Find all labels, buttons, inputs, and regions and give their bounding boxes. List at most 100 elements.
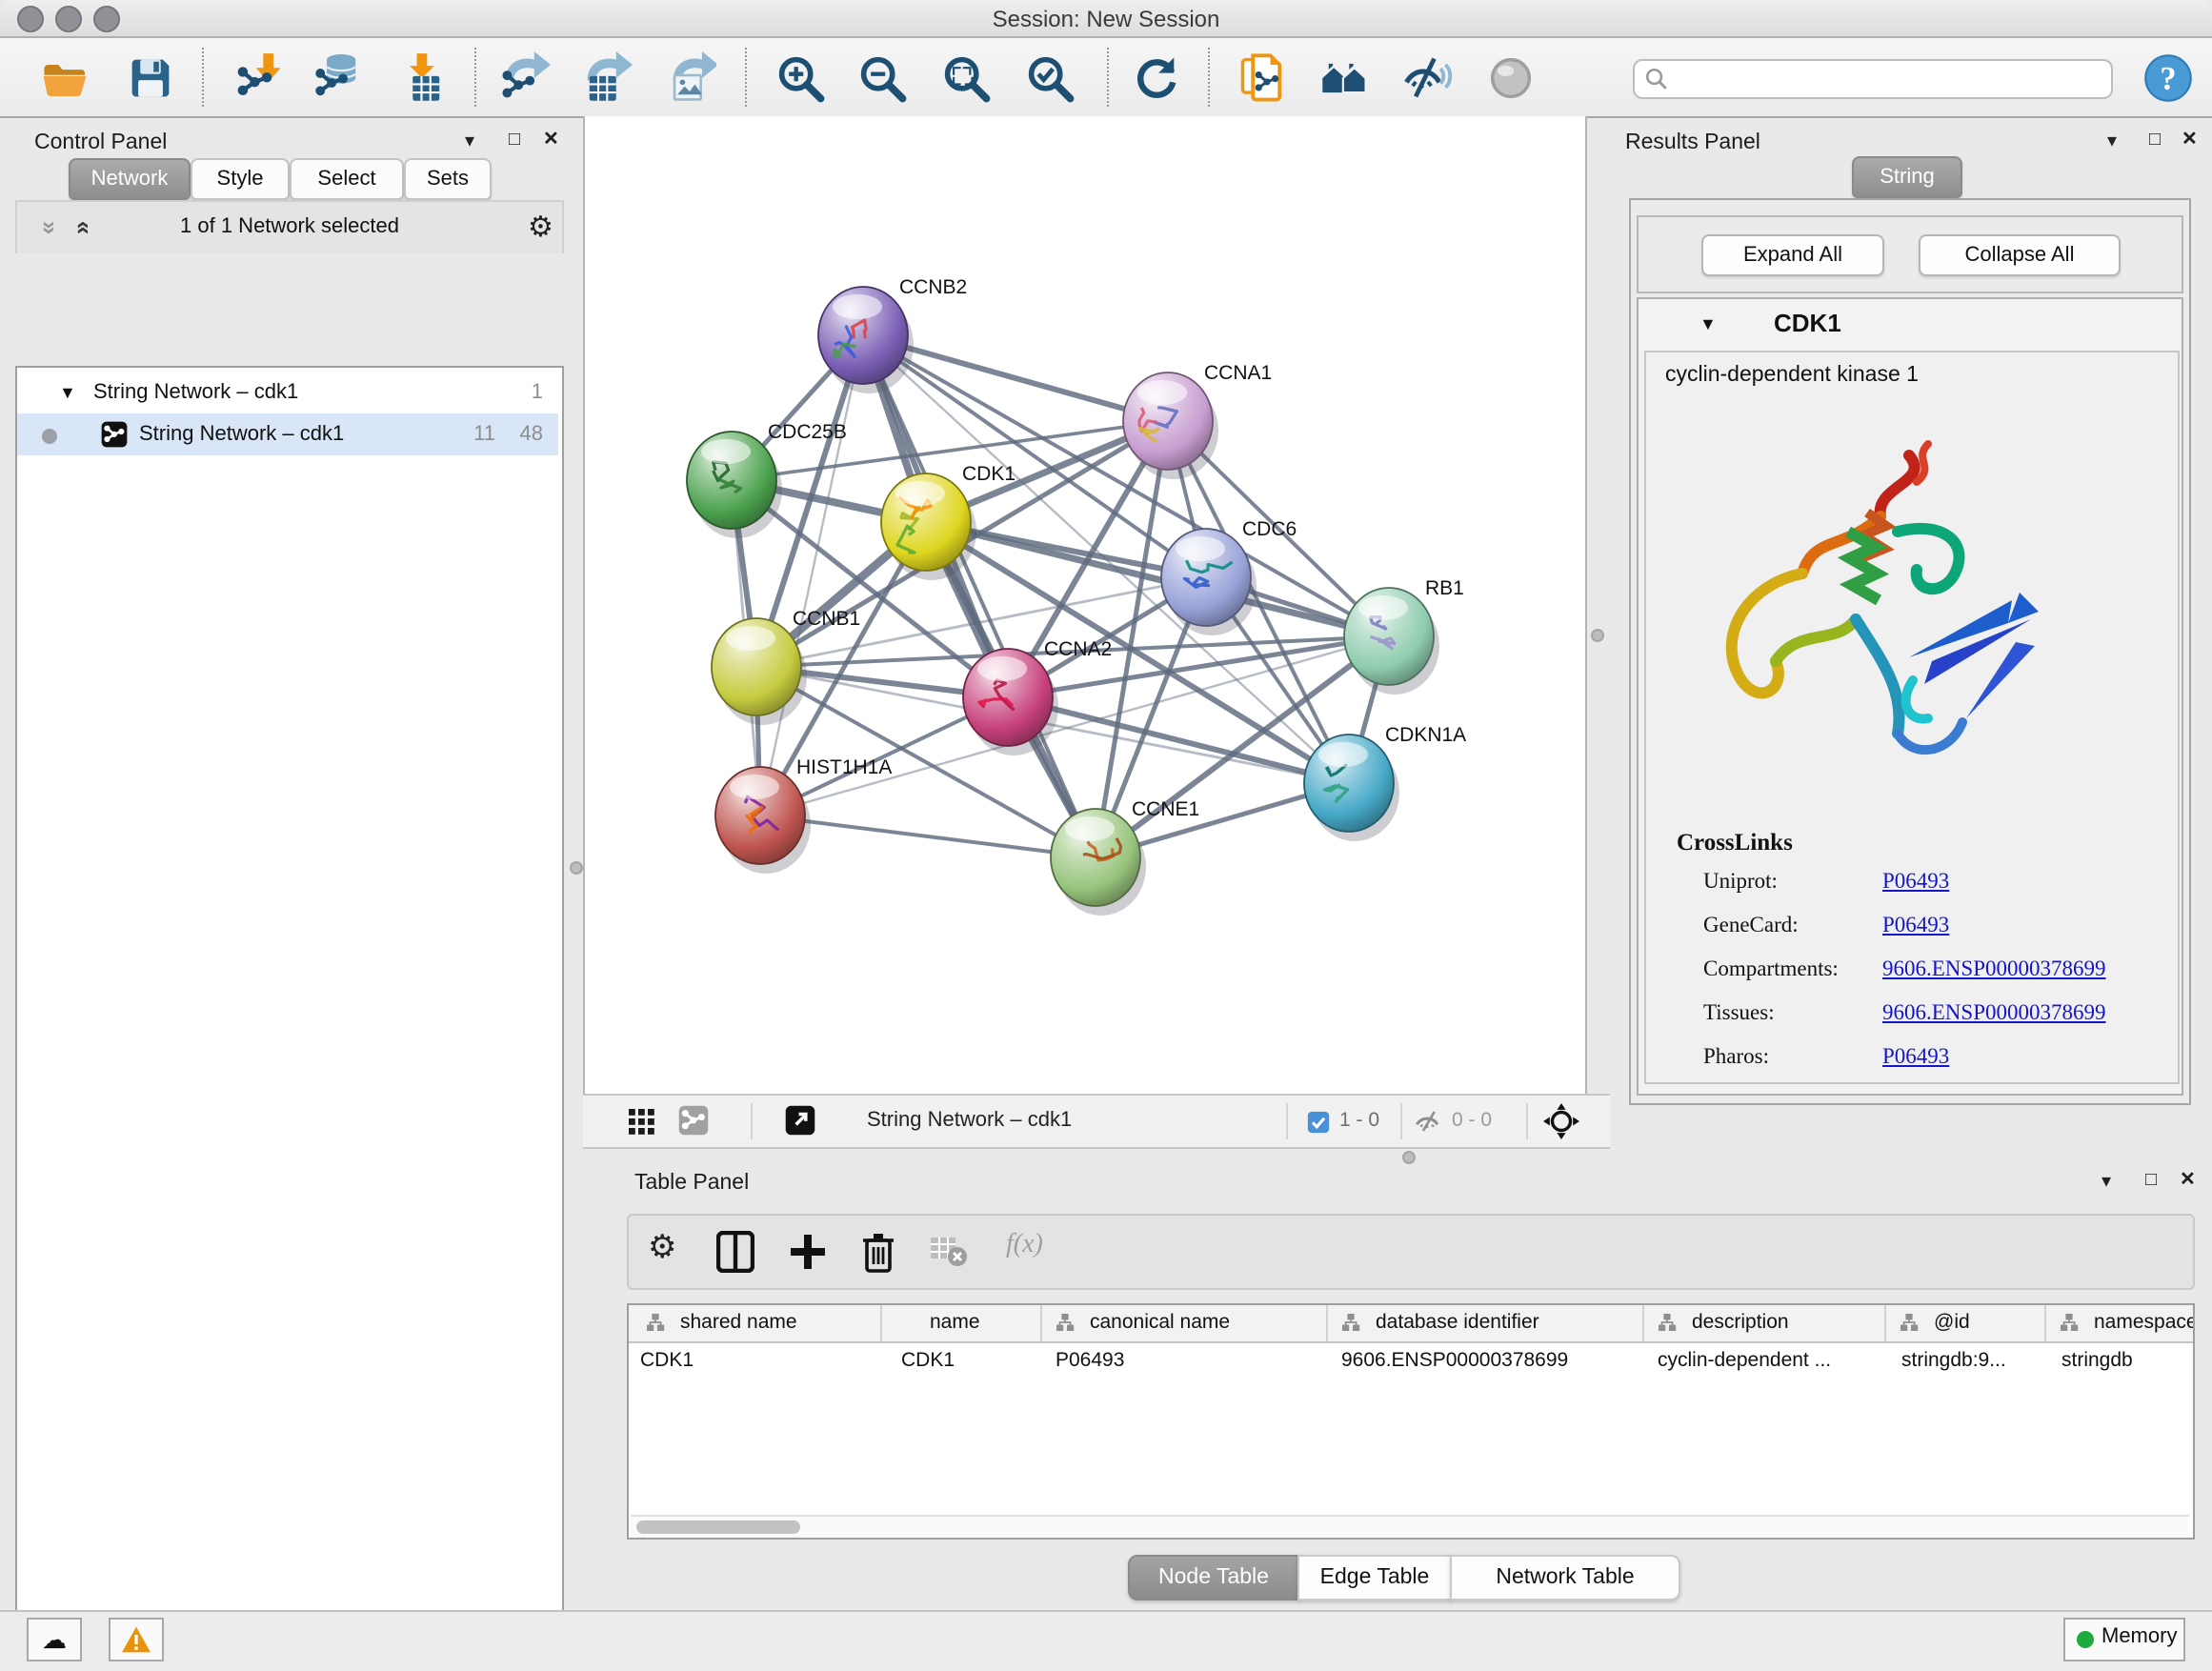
export-table-icon[interactable] bbox=[579, 51, 633, 105]
column-header-database-identifier[interactable]: database identifier bbox=[1326, 1305, 1644, 1341]
crosslink-label: GeneCard: bbox=[1703, 915, 1799, 937]
tab-node-table[interactable]: Node Table bbox=[1128, 1555, 1299, 1601]
fit-content-crosshair-icon[interactable] bbox=[1543, 1103, 1579, 1139]
network-node-ccnb2[interactable]: CCNB2 bbox=[818, 276, 967, 384]
table-options-gear-icon[interactable]: ⚙ bbox=[648, 1229, 677, 1267]
function-builder-icon[interactable]: f(x) bbox=[1006, 1231, 1043, 1261]
tab-network[interactable]: Network bbox=[69, 158, 191, 200]
gene-section-header[interactable]: ▼ CDK1 bbox=[1639, 299, 2182, 351]
crosslink-tissues-link[interactable]: 9606.ENSP00000378699 bbox=[1882, 1002, 2106, 1025]
control-panel-menu-icon[interactable]: ▾ bbox=[465, 131, 474, 152]
network-node-ccna1[interactable]: CCNA1 bbox=[1123, 362, 1272, 470]
zoom-selected-icon[interactable] bbox=[1023, 51, 1076, 105]
gene-collapse-icon[interactable]: ▼ bbox=[1699, 314, 1717, 333]
crosslink-genecard-link[interactable]: P06493 bbox=[1882, 915, 1949, 937]
table-panel-menu-icon[interactable]: ▾ bbox=[2101, 1172, 2111, 1193]
hidden-eye-icon[interactable] bbox=[1414, 1109, 1442, 1134]
column-tree-icon bbox=[1658, 1313, 1677, 1332]
session-file-network-icon[interactable] bbox=[1237, 51, 1290, 105]
delete-column-icon[interactable] bbox=[861, 1231, 895, 1273]
column-header-id[interactable]: @id bbox=[1884, 1305, 2046, 1341]
import-network-database-icon[interactable] bbox=[312, 51, 366, 105]
tab-style[interactable]: Style bbox=[191, 158, 290, 200]
crosslinks-title: CrossLinks bbox=[1677, 829, 1793, 857]
import-network-file-icon[interactable] bbox=[232, 51, 286, 105]
left-divider-handle[interactable] bbox=[570, 861, 583, 875]
network-node-cdk1[interactable]: CDK1 bbox=[881, 463, 1016, 571]
network-row-selected[interactable]: String Network – cdk1 11 48 bbox=[17, 413, 558, 455]
table-panel-close-icon[interactable]: ✕ bbox=[2180, 1170, 2196, 1191]
column-header-canonical-name[interactable]: canonical name bbox=[1040, 1305, 1328, 1341]
zoom-fit-icon[interactable] bbox=[939, 51, 993, 105]
table-panel-float-icon[interactable]: □ bbox=[2145, 1170, 2157, 1191]
add-column-icon[interactable] bbox=[789, 1231, 827, 1273]
crosslink-uniprot-link[interactable]: P06493 bbox=[1882, 871, 1949, 894]
column-header-description[interactable]: description bbox=[1642, 1305, 1886, 1341]
node-label-cdk1: CDK1 bbox=[962, 463, 1016, 485]
network-node-rb1[interactable]: RB1 bbox=[1344, 577, 1464, 685]
control-panel-float-icon[interactable]: □ bbox=[509, 130, 520, 151]
results-panel-menu-icon[interactable]: ▾ bbox=[2107, 131, 2117, 152]
network-options-gear-icon[interactable]: ⚙ bbox=[528, 210, 553, 244]
show-columns-icon[interactable] bbox=[716, 1231, 754, 1273]
column-header-name[interactable]: name bbox=[880, 1305, 1042, 1341]
warning-button[interactable] bbox=[109, 1618, 164, 1661]
node-label-cdc6: CDC6 bbox=[1242, 518, 1297, 540]
zoom-in-icon[interactable] bbox=[774, 51, 827, 105]
node-label-hist1h1a: HIST1H1A bbox=[796, 756, 892, 778]
zoom-out-icon[interactable] bbox=[855, 51, 909, 105]
help-icon[interactable]: ? bbox=[2142, 51, 2195, 105]
tab-sets[interactable]: Sets bbox=[404, 158, 492, 200]
tab-network-table[interactable]: Network Table bbox=[1450, 1555, 1680, 1601]
network-node-ccne1[interactable]: CCNE1 bbox=[1051, 798, 1199, 906]
column-header-namespace[interactable]: namespace bbox=[2044, 1305, 2193, 1341]
collapse-all-button[interactable]: Collapse All bbox=[1919, 234, 2121, 276]
results-panel-title: Results Panel bbox=[1625, 131, 1760, 154]
tab-string-results[interactable]: String bbox=[1852, 156, 1962, 198]
network-edge-ccnb2-ccne1[interactable] bbox=[863, 335, 1096, 857]
open-session-icon[interactable] bbox=[38, 51, 91, 105]
node-label-cdc25b: CDC25B bbox=[768, 421, 847, 443]
export-image-icon[interactable] bbox=[663, 51, 716, 105]
crosslink-pharos-link[interactable]: P06493 bbox=[1882, 1046, 1949, 1069]
results-panel-close-icon[interactable]: ✕ bbox=[2182, 130, 2198, 151]
import-table-file-icon[interactable] bbox=[396, 51, 450, 105]
column-tree-icon bbox=[646, 1313, 665, 1332]
grid-view-icon[interactable] bbox=[629, 1109, 655, 1136]
network-canvas-svg[interactable]: CCNB2CCNA1CDC25BCDK1CDC6RB1CCNB1CCNA2CDK… bbox=[585, 116, 1585, 1094]
table-row[interactable]: CDK1 CDK1 P06493 9606.ENSP00000378699 cy… bbox=[629, 1341, 2193, 1379]
network-edge-ccnb2-hist1h1a[interactable] bbox=[760, 335, 863, 815]
memory-button[interactable]: Memory bbox=[2063, 1618, 2185, 1661]
search-input[interactable] bbox=[1677, 63, 2103, 95]
cloud-button[interactable]: ☁ bbox=[27, 1618, 82, 1661]
save-session-icon[interactable] bbox=[124, 51, 177, 105]
network-collection-row[interactable]: ▼ String Network – cdk1 1 bbox=[17, 372, 558, 413]
control-panel-close-icon[interactable]: ✕ bbox=[543, 130, 559, 151]
delete-table-icon[interactable] bbox=[930, 1237, 968, 1267]
cytoscape-window: Session: New Session bbox=[0, 0, 2212, 1671]
search-field[interactable] bbox=[1633, 59, 2113, 99]
network-label: String Network – cdk1 bbox=[139, 413, 344, 455]
crosslink-compartments-link[interactable]: 9606.ENSP00000378699 bbox=[1882, 958, 2106, 981]
selected-checkbox-icon[interactable] bbox=[1307, 1111, 1330, 1134]
tab-edge-table[interactable]: Edge Table bbox=[1297, 1555, 1452, 1601]
network-view-canvas[interactable]: CCNB2CCNA1CDC25BCDK1CDC6RB1CCNB1CCNA2CDK… bbox=[583, 116, 1587, 1094]
bottom-divider-handle[interactable] bbox=[1402, 1151, 1416, 1164]
show-all-eye-icon[interactable] bbox=[1484, 51, 1538, 105]
string-view-icon[interactable] bbox=[678, 1105, 709, 1136]
open-in-window-icon[interactable] bbox=[785, 1105, 815, 1136]
export-network-icon[interactable] bbox=[497, 51, 551, 105]
scrollbar-thumb[interactable] bbox=[636, 1520, 800, 1534]
tab-select[interactable]: Select bbox=[290, 158, 404, 200]
column-header-shared-name[interactable]: shared name bbox=[629, 1305, 882, 1341]
cell-database-identifier: 9606.ENSP00000378699 bbox=[1341, 1341, 1639, 1379]
hide-selected-eye-icon[interactable] bbox=[1400, 51, 1454, 105]
results-panel-float-icon[interactable]: □ bbox=[2149, 130, 2161, 151]
table-horizontal-scrollbar[interactable] bbox=[631, 1515, 2189, 1538]
expand-all-button[interactable]: Expand All bbox=[1701, 234, 1884, 276]
right-divider-handle[interactable] bbox=[1591, 629, 1604, 642]
refresh-icon[interactable] bbox=[1130, 51, 1183, 105]
collection-collapse-icon[interactable]: ▼ bbox=[59, 372, 76, 413]
home-icon[interactable] bbox=[1318, 51, 1372, 105]
network-tree: ▼ String Network – cdk1 1 String Network… bbox=[15, 366, 564, 1671]
